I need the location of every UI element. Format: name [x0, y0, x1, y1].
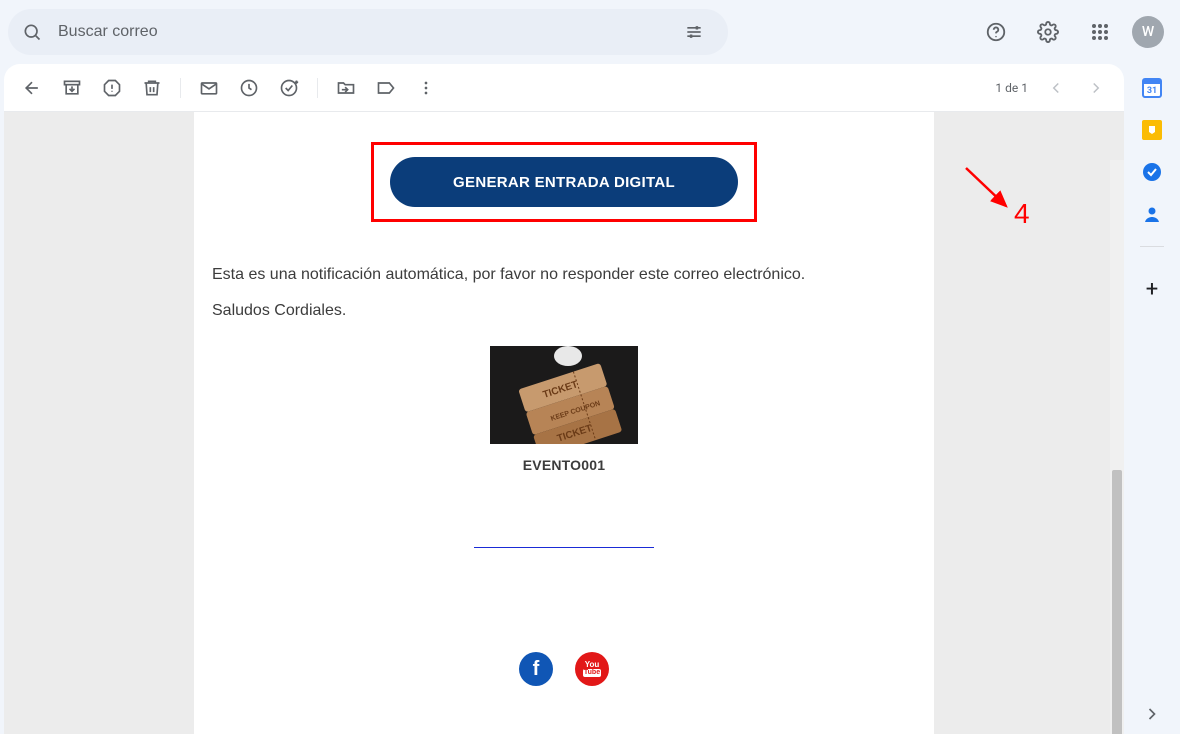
snooze-icon[interactable]: [229, 68, 269, 108]
svg-text:31: 31: [1147, 86, 1157, 96]
footer-link-divider: [474, 547, 654, 548]
add-to-tasks-icon[interactable]: [269, 68, 309, 108]
labels-icon[interactable]: [366, 68, 406, 108]
scrollbar-thumb[interactable]: [1112, 470, 1122, 734]
email-content: GENERAR ENTRADA DIGITAL Esta es una noti…: [194, 112, 934, 734]
scrollbar-track[interactable]: [1110, 160, 1124, 734]
message-toolbar: 1 de 1: [4, 64, 1124, 112]
search-input[interactable]: [56, 22, 660, 42]
event-name-label: EVENTO001: [212, 457, 916, 473]
annotation-number: 4: [1014, 198, 1030, 230]
support-icon[interactable]: [976, 12, 1016, 52]
facebook-icon[interactable]: f: [519, 652, 553, 686]
move-to-icon[interactable]: [326, 68, 366, 108]
annotation-highlight-box: GENERAR ENTRADA DIGITAL: [371, 142, 757, 222]
back-arrow-icon[interactable]: [12, 68, 52, 108]
mail-viewport: GENERAR ENTRADA DIGITAL Esta es una noti…: [4, 112, 1124, 734]
search-options-icon[interactable]: [674, 12, 714, 52]
search-icon: [22, 22, 42, 42]
pager-prev-icon[interactable]: [1036, 68, 1076, 108]
side-panel: 31 +: [1124, 64, 1180, 734]
generate-digital-entry-button[interactable]: GENERAR ENTRADA DIGITAL: [390, 157, 738, 207]
contacts-app-icon[interactable]: [1142, 204, 1162, 224]
delete-icon[interactable]: [132, 68, 172, 108]
avatar-initial: W: [1142, 24, 1154, 40]
report-spam-icon[interactable]: [92, 68, 132, 108]
keep-app-icon[interactable]: [1142, 120, 1162, 140]
annotation-arrow: [964, 164, 1024, 224]
archive-icon[interactable]: [52, 68, 92, 108]
pager-label: 1 de 1: [995, 81, 1028, 95]
account-avatar[interactable]: W: [1132, 16, 1164, 48]
youtube-icon[interactable]: YouTube: [575, 652, 609, 686]
calendar-app-icon[interactable]: 31: [1142, 78, 1162, 98]
tasks-app-icon[interactable]: [1142, 162, 1162, 182]
toolbar-separator: [317, 78, 318, 98]
cta-label: GENERAR ENTRADA DIGITAL: [453, 174, 675, 191]
apps-grid-icon[interactable]: [1080, 12, 1120, 52]
get-addons-icon[interactable]: +: [1142, 279, 1162, 299]
settings-gear-icon[interactable]: [1028, 12, 1068, 52]
mark-unread-icon[interactable]: [189, 68, 229, 108]
event-thumbnail-image: TICKET KEEP COUPON TICKET: [490, 346, 638, 444]
pager-next-icon[interactable]: [1076, 68, 1116, 108]
toolbar-separator: [180, 78, 181, 98]
search-bar[interactable]: [8, 9, 728, 55]
more-icon[interactable]: [406, 68, 446, 108]
greeting-text: Saludos Cordiales.: [212, 302, 916, 320]
side-panel-collapse-icon[interactable]: [1142, 704, 1162, 724]
auto-notice-text: Esta es una notificación automática, por…: [212, 266, 916, 284]
